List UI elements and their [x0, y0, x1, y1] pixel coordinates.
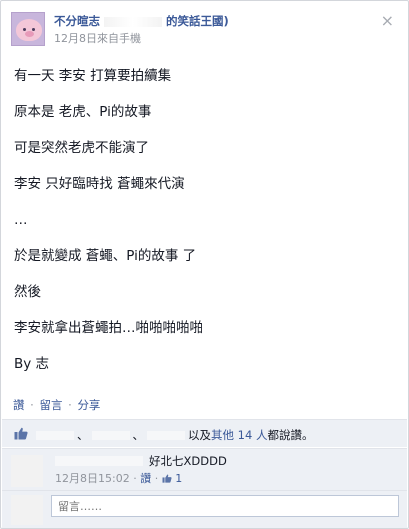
- separator: ·: [68, 398, 72, 412]
- author-name-prefix[interactable]: 不分暄志: [54, 14, 100, 28]
- comment-meta: 12月8日15:02 · 讚 · 1: [55, 470, 182, 486]
- avatar-eye-left: [23, 28, 26, 31]
- comment-link[interactable]: 留言: [39, 398, 62, 412]
- separator: ·: [154, 472, 159, 485]
- separator: ·: [30, 398, 34, 412]
- post-line: 李安 只好臨時找 蒼蠅來代演: [14, 176, 185, 192]
- post-header: 不分暄志 的笑話王國) 12月8日來自手機 ×: [11, 10, 400, 50]
- post-line: 可是突然老虎不能演了: [14, 140, 149, 156]
- post-line: 原本是 老虎、Pi的故事: [14, 104, 152, 120]
- post-line: …: [14, 212, 28, 228]
- author-avatar[interactable]: [11, 12, 45, 46]
- likes-summary: 、 、 以及其他 14 人都說讚。: [2, 419, 407, 447]
- thumbs-up-icon: [14, 427, 28, 440]
- author-name[interactable]: 不分暄志 的笑話王國): [54, 13, 229, 29]
- liker-redacted[interactable]: [91, 431, 130, 440]
- likers-list: 、 、 以及其他 14 人都說讚。: [33, 427, 313, 443]
- comment-like-count[interactable]: 1: [175, 472, 182, 485]
- pig-avatar-icon: [16, 19, 42, 41]
- avatar-snout: [25, 31, 34, 37]
- comment-text: 好北七XDDDD: [149, 454, 227, 468]
- thumbs-up-icon: [162, 474, 172, 483]
- viewer-avatar: [11, 495, 43, 525]
- separator: ·: [133, 472, 137, 485]
- author-name-suffix[interactable]: 的笑話王國): [166, 14, 229, 28]
- liker-separator: 、: [132, 428, 145, 442]
- share-link[interactable]: 分享: [77, 398, 100, 412]
- post-timestamp[interactable]: 12月8日: [54, 32, 97, 45]
- post-line: 然後: [14, 284, 41, 300]
- liker-redacted[interactable]: [147, 431, 185, 440]
- likes-suffix: 都說讚。: [267, 428, 314, 442]
- comment-composer: [2, 490, 407, 528]
- post-line: 於是就變成 蒼蠅、Pi的故事 了: [14, 248, 197, 264]
- comment-item: 好北七XDDDD 12月8日15:02 · 讚 · 1: [2, 448, 407, 490]
- comment-timestamp[interactable]: 12月8日15:02: [55, 472, 130, 485]
- like-link[interactable]: 讚: [13, 398, 25, 412]
- feed-post: 不分暄志 的笑話王國) 12月8日來自手機 × 有一天 李安 打算要拍續集 原本是…: [0, 0, 409, 529]
- post-via: 來自手機: [97, 32, 141, 45]
- close-icon[interactable]: ×: [381, 13, 394, 29]
- liker-separator: 、: [77, 428, 89, 442]
- post-actions: 讚 · 留言 · 分享: [13, 397, 100, 413]
- post-line: 有一天 李安 打算要拍續集: [14, 68, 172, 84]
- post-meta: 12月8日來自手機: [54, 30, 141, 46]
- post-line: 李安就拿出蒼蠅拍…啪啪啪啪啪: [14, 320, 203, 336]
- comment-like-link[interactable]: 讚: [140, 472, 151, 485]
- post-line: By 志: [14, 356, 50, 372]
- commenter-name-redacted[interactable]: [55, 456, 143, 466]
- likers-and-others: 以及: [188, 428, 211, 442]
- comment-input[interactable]: [51, 495, 399, 517]
- liker-redacted[interactable]: [36, 431, 74, 440]
- commenter-avatar[interactable]: [11, 455, 43, 487]
- post-body: 有一天 李安 打算要拍續集 原本是 老虎、Pi的故事 可是突然老虎不能演了 李安…: [14, 67, 398, 391]
- others-link[interactable]: 其他 14 人: [211, 428, 267, 442]
- avatar-eye-right: [32, 28, 35, 31]
- author-name-redacted: [104, 16, 162, 27]
